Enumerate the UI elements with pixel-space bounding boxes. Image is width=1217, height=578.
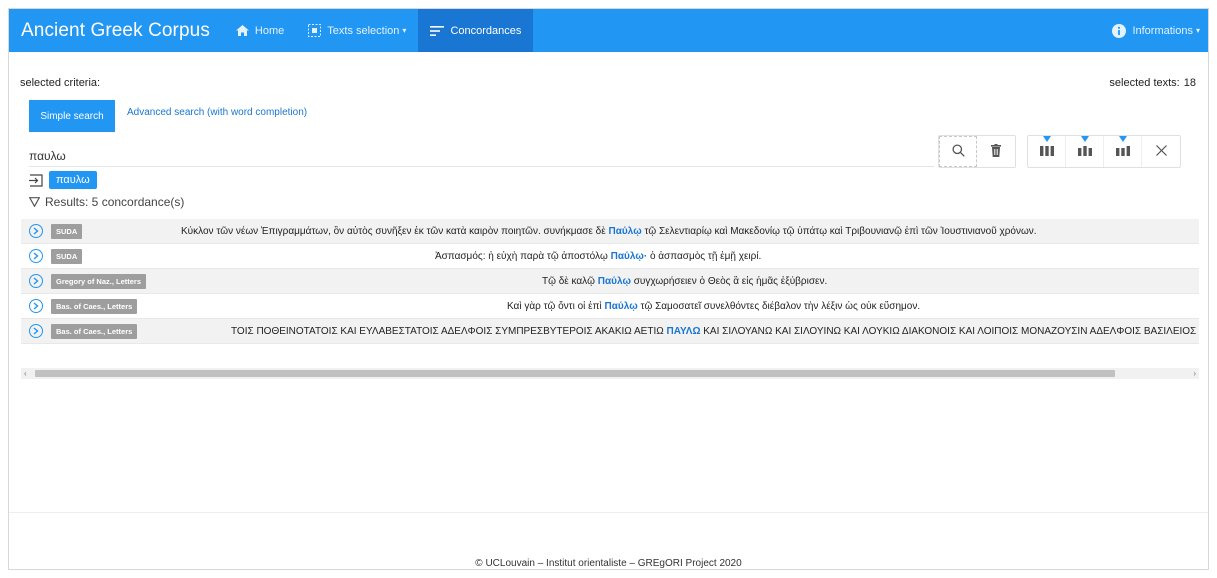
columns-right-button[interactable] [1104, 136, 1142, 167]
sort-lines-icon [430, 25, 445, 36]
nav-item-texts-selection-label: Texts selection [327, 24, 400, 37]
scroll-right-arrow-icon[interactable]: › [1193, 368, 1196, 379]
results-count-label: Results: 5 concordance(s) [45, 195, 185, 209]
expand-circle-icon[interactable] [29, 274, 43, 288]
footer-text: © UCLouvain – Institut orientaliste – GR… [475, 558, 742, 569]
columns-right-icon [1115, 144, 1130, 159]
concordance-context: ΤΟΙΣ ΠΟΘΕΙΝΟΤΑΤΟΙΣ ΚΑΙ ΕΥΛΑΒΕΣΤΑΤΟΙΣ ΑΔΕ… [231, 319, 1199, 344]
search-tabs: Simple search Advanced search (with word… [29, 100, 307, 132]
context-right: τῷ Σαμοσατεῖ συνελθόντες διέβαλον τὴν λέ… [640, 301, 921, 312]
tab-simple-search[interactable]: Simple search [29, 100, 115, 132]
brand-title[interactable]: Ancient Greek Corpus [9, 20, 210, 42]
context-right: τῷ Σελεντιαρίῳ καὶ Μακεδονίῳ τῷ ὑπάτῳ κα… [644, 226, 1037, 237]
nav-item-texts-selection[interactable]: Texts selection ▾ [296, 9, 418, 52]
info-circle-icon [1112, 23, 1127, 38]
context-keyword[interactable]: ΠΑΥΛΩ [666, 326, 700, 337]
source-badge: Gregory of Naz., Letters [51, 273, 147, 289]
nav-item-informations-label: Informations [1132, 24, 1193, 37]
expand-circle-icon[interactable] [29, 249, 43, 263]
expand-circle-icon[interactable] [29, 224, 43, 238]
marker-icon [1118, 136, 1127, 142]
nav-item-concordances-label: Concordances [450, 24, 522, 37]
selected-criteria-label: selected criteria: [20, 77, 101, 89]
context-keyword[interactable]: Παύλῳ [605, 301, 638, 312]
concordance-table: SUDA Κύκλον τῶν νέων Ἐπιγραμμάτων, ὃν αὐ… [21, 219, 1199, 351]
columns-left-icon [1039, 144, 1054, 159]
query-tokens: παυλω [29, 171, 97, 189]
concordance-row: Bas. of Caes., Letters ΤΟΙΣ ΠΟΘΕΙΝΟΤΑΤΟΙ… [21, 319, 1199, 344]
chevron-down-icon: ▾ [402, 26, 407, 35]
columns-left-button[interactable] [1028, 136, 1066, 167]
selected-texts-label: selected texts: [1109, 77, 1180, 89]
source-badge: Bas. of Caes., Letters [51, 323, 138, 339]
source-badge: SUDA [51, 248, 83, 264]
expand-circle-icon[interactable] [29, 299, 43, 313]
nav-item-home[interactable]: Home [224, 9, 296, 52]
concordance-context: Καὶ γὰρ τῷ ὄντι οἱ ἐπὶ Παύλῳ τῷ Σαμοσατε… [507, 294, 920, 319]
concordance-row: SUDA Κύκλον τῶν νέων Ἐπιγραμμάτων, ὃν αὐ… [21, 219, 1199, 244]
close-button[interactable] [1142, 136, 1180, 167]
scroll-left-arrow-icon[interactable]: ‹ [24, 368, 27, 379]
delete-icon [991, 143, 1001, 160]
scrollbar-thumb[interactable] [35, 370, 1115, 377]
navbar: Ancient Greek Corpus Home Texts selectio… [9, 9, 1208, 52]
search-button[interactable] [939, 136, 977, 167]
tab-advanced-search[interactable]: Advanced search (with word completion) [115, 107, 307, 118]
horizontal-scrollbar[interactable]: ‹ › [21, 368, 1199, 379]
marker-icon [1080, 136, 1089, 142]
columns-center-button[interactable] [1066, 136, 1104, 167]
context-left: Ἀσπασμός: ἡ εὐχὴ παρὰ τῷ ἀποστόλῳ [435, 251, 608, 262]
results-summary[interactable]: Results: 5 concordance(s) [29, 195, 184, 209]
concordance-row: Gregory of Naz., Letters Τῷ δὲ καλῷ Παύλ… [21, 269, 1199, 294]
concordance-context: Ἀσπασμός: ἡ εὐχὴ παρὰ τῷ ἀποστόλῳ Παύλῳ·… [435, 244, 761, 269]
nav-item-home-label: Home [254, 24, 285, 37]
query-token[interactable]: παυλω [49, 171, 97, 189]
selected-texts-count: 18 [1183, 77, 1196, 89]
context-left: Καὶ γὰρ τῷ ὄντι οἱ ἐπὶ [507, 301, 602, 312]
close-icon [1155, 144, 1167, 159]
search-icon [951, 143, 965, 160]
context-keyword[interactable]: Παύλῳ [598, 276, 631, 287]
context-right: ΚΑΙ ΣΙΛΟΥΑΝΩ ΚΑΙ ΣΙΛΟΥΙΝΩ ΚΑΙ ΛΟΥΚΙΩ ΔΙΑ… [703, 326, 1199, 337]
context-right: ὁ ἀσπασμὸς τῇ ἐμῇ χειρί. [649, 251, 762, 262]
app-window: Ancient Greek Corpus Home Texts selectio… [8, 8, 1209, 570]
chevron-down-icon: ▾ [1195, 26, 1200, 35]
search-input[interactable] [29, 141, 934, 167]
selection-icon [308, 24, 322, 37]
source-badge: SUDA [51, 223, 83, 239]
delete-button[interactable] [977, 136, 1015, 167]
column-actions [1027, 135, 1181, 168]
footer-divider [9, 512, 1208, 513]
context-left: Τῷ δὲ καλῷ [542, 276, 595, 287]
sign-in-icon [29, 173, 43, 187]
nav-item-concordances[interactable]: Concordances [418, 9, 534, 52]
source-badge: Bas. of Caes., Letters [51, 298, 138, 314]
concordance-context: Κύκλον τῶν νέων Ἐπιγραμμάτων, ὃν αὐτὸς σ… [181, 219, 1037, 244]
expand-circle-icon[interactable] [29, 324, 43, 338]
search-actions [938, 135, 1016, 168]
context-right: συγχωρήσειεν ὁ Θεὸς ἃ εἰς ἡμᾶς ἐξύβρισεν… [633, 276, 828, 287]
context-left: Κύκλον τῶν νέων Ἐπιγραμμάτων, ὃν αὐτὸς σ… [181, 226, 606, 237]
marker-icon [1042, 136, 1051, 142]
home-icon [235, 25, 249, 36]
context-keyword[interactable]: Παύλῳ [608, 226, 641, 237]
selected-texts: selected texts: 18 [1109, 77, 1196, 89]
concordance-row: Bas. of Caes., Letters Καὶ γὰρ τῷ ὄντι ο… [21, 294, 1199, 319]
columns-center-icon [1077, 144, 1092, 159]
context-keyword[interactable]: Παύλῳ· [611, 251, 648, 262]
nav-item-informations[interactable]: Informations ▾ [1100, 9, 1208, 52]
concordance-row: SUDA Ἀσπασμός: ἡ εὐχὴ παρὰ τῷ ἀποστόλῳ Π… [21, 244, 1199, 269]
filter-triangle-icon [29, 197, 40, 207]
context-left: ΤΟΙΣ ΠΟΘΕΙΝΟΤΑΤΟΙΣ ΚΑΙ ΕΥΛΑΒΕΣΤΑΤΟΙΣ ΑΔΕ… [231, 326, 664, 337]
concordance-context: Τῷ δὲ καλῷ Παύλῳ συγχωρήσειεν ὁ Θεὸς ἃ ε… [542, 269, 827, 294]
